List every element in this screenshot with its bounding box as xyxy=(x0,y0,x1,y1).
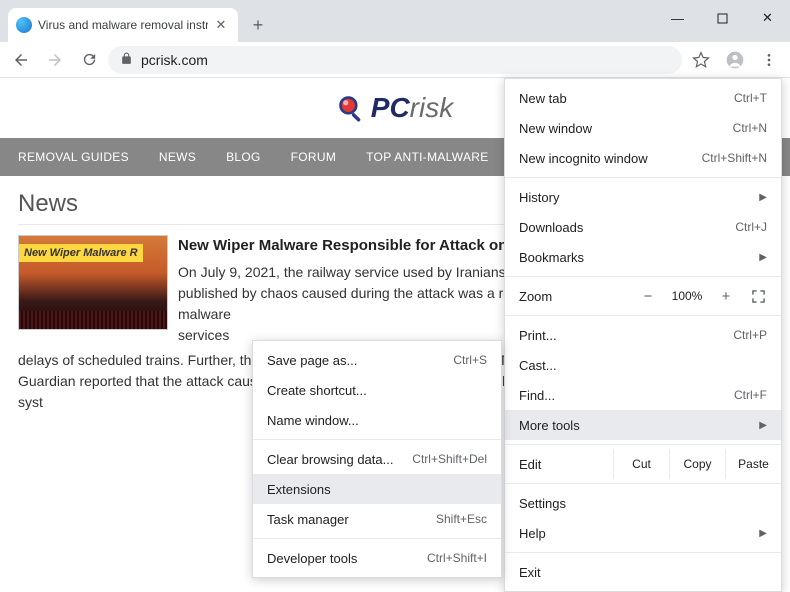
edit-copy-button[interactable]: Copy xyxy=(669,449,725,479)
zoom-level: 100% xyxy=(667,284,707,308)
nav-forum[interactable]: FORUM xyxy=(291,150,337,164)
site-logo[interactable]: PCrisk xyxy=(337,92,453,124)
menu-find[interactable]: Find...Ctrl+F xyxy=(505,380,781,410)
menu-separator xyxy=(253,538,501,539)
menu-more-tools[interactable]: More tools▶ xyxy=(505,410,781,440)
menu-button[interactable] xyxy=(754,45,784,75)
close-window-button[interactable]: ✕ xyxy=(745,4,790,32)
titlebar: Virus and malware removal instru ✕ + — ✕ xyxy=(0,0,790,42)
menu-downloads[interactable]: DownloadsCtrl+J xyxy=(505,212,781,242)
close-tab-icon[interactable]: ✕ xyxy=(214,18,228,32)
nav-blog[interactable]: BLOG xyxy=(226,150,261,164)
menu-incognito[interactable]: New incognito windowCtrl+Shift+N xyxy=(505,143,781,173)
menu-separator xyxy=(505,552,781,553)
star-button[interactable] xyxy=(686,45,716,75)
minimize-button[interactable]: — xyxy=(655,4,700,32)
browser-tab[interactable]: Virus and malware removal instru ✕ xyxy=(8,8,238,42)
maximize-button[interactable] xyxy=(700,4,745,32)
window-controls: — ✕ xyxy=(655,0,790,42)
new-tab-button[interactable]: + xyxy=(244,11,272,39)
menu-separator xyxy=(505,177,781,178)
submenu-task-manager[interactable]: Task managerShift+Esc xyxy=(253,504,501,534)
menu-separator xyxy=(505,276,781,277)
menu-cast[interactable]: Cast... xyxy=(505,350,781,380)
menu-new-tab[interactable]: New tabCtrl+T xyxy=(505,83,781,113)
chevron-right-icon: ▶ xyxy=(759,420,767,431)
edit-cut-button[interactable]: Cut xyxy=(613,449,669,479)
submenu-clear-data[interactable]: Clear browsing data...Ctrl+Shift+Del xyxy=(253,444,501,474)
submenu-save-page[interactable]: Save page as...Ctrl+S xyxy=(253,345,501,375)
url-text: pcrisk.com xyxy=(141,52,208,68)
favicon-icon xyxy=(16,17,32,33)
toolbar: pcrisk.com xyxy=(0,42,790,78)
menu-history[interactable]: History▶ xyxy=(505,182,781,212)
tab-title: Virus and malware removal instru xyxy=(38,18,208,32)
nav-top-anti-malware[interactable]: TOP ANTI-MALWARE xyxy=(366,150,488,164)
back-button[interactable] xyxy=(6,45,36,75)
chrome-menu: New tabCtrl+T New windowCtrl+N New incog… xyxy=(504,78,782,592)
address-bar[interactable]: pcrisk.com xyxy=(108,46,682,74)
fullscreen-button[interactable] xyxy=(745,284,771,308)
chevron-right-icon: ▶ xyxy=(759,252,767,263)
menu-bookmarks[interactable]: Bookmarks▶ xyxy=(505,242,781,272)
edit-paste-button[interactable]: Paste xyxy=(725,449,781,479)
menu-separator xyxy=(505,483,781,484)
article-thumbnail[interactable]: New Wiper Malware R xyxy=(18,235,168,330)
zoom-out-button[interactable]: − xyxy=(635,284,661,308)
thumbnail-grass xyxy=(19,311,167,329)
menu-separator xyxy=(253,439,501,440)
thumbnail-banner: New Wiper Malware R xyxy=(19,244,143,262)
submenu-create-shortcut[interactable]: Create shortcut... xyxy=(253,375,501,405)
lock-icon xyxy=(120,52,133,68)
menu-new-window[interactable]: New windowCtrl+N xyxy=(505,113,781,143)
chevron-right-icon: ▶ xyxy=(759,192,767,203)
menu-help[interactable]: Help▶ xyxy=(505,518,781,548)
menu-separator xyxy=(505,315,781,316)
submenu-name-window[interactable]: Name window... xyxy=(253,405,501,435)
submenu-extensions[interactable]: Extensions xyxy=(253,474,501,504)
menu-settings[interactable]: Settings xyxy=(505,488,781,518)
nav-news[interactable]: NEWS xyxy=(159,150,196,164)
menu-edit-row: Edit Cut Copy Paste xyxy=(505,449,781,479)
menu-zoom: Zoom − 100% + xyxy=(505,281,781,311)
more-tools-submenu: Save page as...Ctrl+S Create shortcut...… xyxy=(252,340,502,578)
chevron-right-icon: ▶ xyxy=(759,528,767,539)
magnifier-icon xyxy=(337,94,365,122)
menu-separator xyxy=(505,444,781,445)
profile-button[interactable] xyxy=(720,45,750,75)
zoom-in-button[interactable]: + xyxy=(713,284,739,308)
menu-exit[interactable]: Exit xyxy=(505,557,781,587)
submenu-dev-tools[interactable]: Developer toolsCtrl+Shift+I xyxy=(253,543,501,573)
menu-print[interactable]: Print...Ctrl+P xyxy=(505,320,781,350)
nav-removal-guides[interactable]: REMOVAL GUIDES xyxy=(18,150,129,164)
forward-button[interactable] xyxy=(40,45,70,75)
reload-button[interactable] xyxy=(74,45,104,75)
